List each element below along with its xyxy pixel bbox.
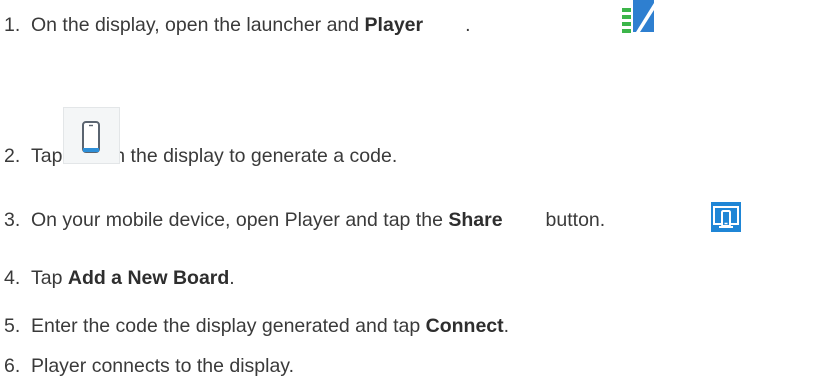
step-number: 4. [4, 267, 21, 289]
step-text-after: . [503, 315, 510, 337]
step-number: 6. [4, 355, 21, 377]
step-number: 1. [4, 14, 21, 36]
step-text-after: button. [545, 209, 606, 231]
player-app-icon [622, 0, 654, 33]
step-text: Tap [31, 267, 68, 289]
step-3: 3. On your mobile device, open Player and… [4, 208, 605, 232]
step-6: 6. Player connects to the display. [4, 354, 294, 378]
step-text: Tap [31, 145, 63, 167]
mobile-device-icon [63, 107, 120, 164]
step-number: 5. [4, 315, 21, 337]
step-text-after: . [229, 267, 235, 289]
step-bold-text: Add a New Board [67, 267, 230, 289]
step-text: On the display, open the launcher and [31, 14, 365, 36]
step-bold-text: Share [448, 209, 503, 231]
step-number: 2. [4, 145, 21, 167]
step-number: 3. [4, 209, 21, 231]
step-text: Player connects to the display. [31, 355, 295, 377]
step-bold-text: Player [364, 14, 424, 36]
instruction-steps: 1. On the display, open the launcher and … [0, 0, 820, 382]
step-5: 5. Enter the code the display generated a… [4, 314, 509, 338]
step-text-after: on the display to generate a code. [103, 145, 398, 167]
step-1: 1. On the display, open the launcher and … [4, 13, 471, 37]
step-text: Enter the code the display generated and… [31, 315, 426, 337]
share-screen-icon [711, 202, 741, 232]
step-bold-text: Connect [425, 315, 504, 337]
step-text: On your mobile device, open Player and t… [31, 209, 449, 231]
step-4: 4. Tap Add a New Board. [4, 266, 235, 290]
step-text-after: . [465, 14, 471, 36]
